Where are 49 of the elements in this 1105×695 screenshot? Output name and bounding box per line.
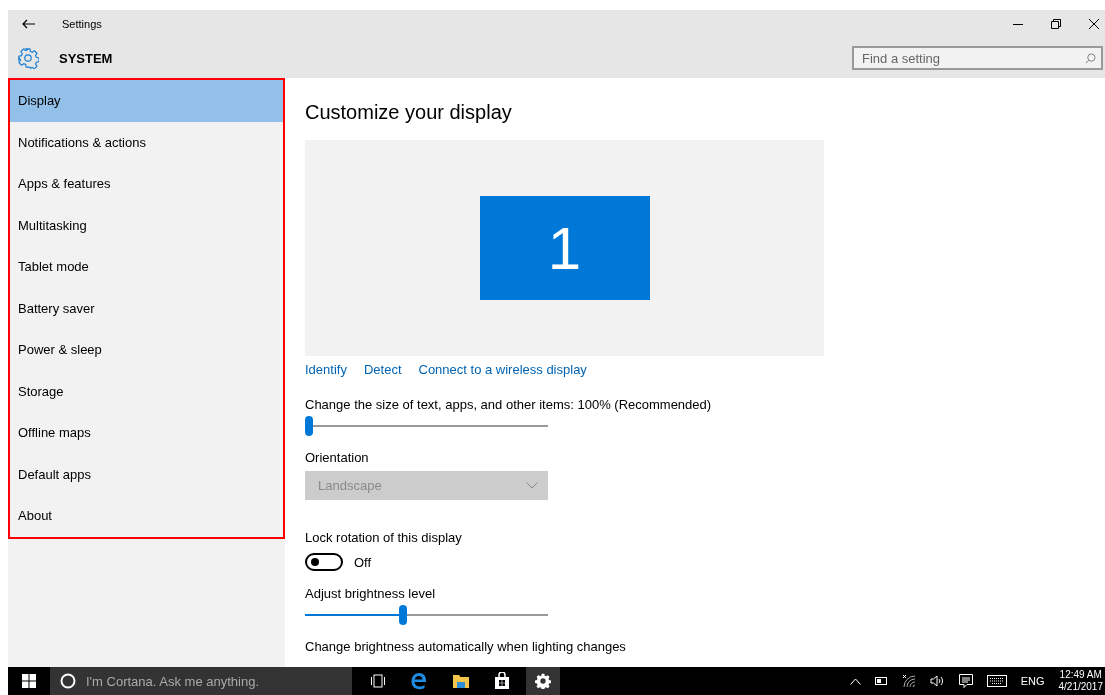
sidebar-item[interactable]: Apps & features xyxy=(10,163,283,205)
battery-icon[interactable] xyxy=(874,677,888,685)
link[interactable]: Detect xyxy=(363,362,402,377)
clock[interactable]: 12:49 AM 4/21/2017 xyxy=(1058,669,1103,693)
page-heading: Customize your display xyxy=(305,101,512,124)
setting-label: Change the size of text, apps, and other items: 100% (Recommended) xyxy=(305,397,712,412)
sidebar-item[interactable]: Multitasking xyxy=(10,204,283,246)
restore-icon[interactable] xyxy=(1051,19,1061,29)
sidebar-item[interactable]: Tablet mode xyxy=(10,246,283,288)
browser-e-icon[interactable] xyxy=(410,672,428,690)
input-language[interactable]: ENG xyxy=(1020,675,1045,687)
sidebar-item[interactable]: Default apps xyxy=(10,453,283,495)
section-title: SYSTEM xyxy=(59,50,113,66)
toggle-state: Off xyxy=(354,554,372,570)
search-field[interactable]: Find a setting xyxy=(852,46,1103,70)
scale-slider[interactable] xyxy=(305,416,548,436)
keyboard-icon[interactable] xyxy=(986,675,1007,687)
close-icon[interactable] xyxy=(1089,19,1099,29)
folder-icon[interactable] xyxy=(452,673,470,689)
speaker-icon[interactable] xyxy=(929,675,945,687)
settings-icon xyxy=(17,47,39,69)
link[interactable]: Connect to a wireless display xyxy=(418,362,587,377)
cortana-search-field[interactable]: I'm Cortana. Ask me anything. xyxy=(50,667,352,695)
task-view-icon[interactable] xyxy=(370,674,386,688)
sidebar-item[interactable]: About xyxy=(10,495,283,537)
chevron-down-icon xyxy=(526,482,538,489)
sidebar-item[interactable]: Battery saver xyxy=(10,287,283,329)
toggle-switch[interactable] xyxy=(305,553,343,571)
wifi-icon[interactable] xyxy=(901,674,916,688)
chevron-up-icon[interactable] xyxy=(849,677,861,685)
setting-label: Change brightness automatically when lighting changes xyxy=(305,639,626,654)
sidebar-item[interactable]: Display xyxy=(10,80,283,122)
brightness-slider[interactable] xyxy=(305,605,548,625)
sidebar-item[interactable]: Offline maps xyxy=(10,412,283,454)
window-title: Settings xyxy=(62,18,102,30)
store-bag-icon[interactable] xyxy=(494,672,510,690)
setting-label: Orientation xyxy=(305,450,369,465)
search-icon[interactable] xyxy=(1085,53,1096,64)
sidebar-item[interactable]: Notifications & actions xyxy=(10,121,283,163)
settings-icon[interactable] xyxy=(535,673,551,689)
sidebar-item[interactable]: Storage xyxy=(10,370,283,412)
link[interactable]: Identify xyxy=(305,362,347,377)
windows-start-icon[interactable] xyxy=(22,674,36,688)
setting-label: Adjust brightness level xyxy=(305,586,436,601)
setting-label: Lock rotation of this display xyxy=(305,530,462,545)
back-icon[interactable] xyxy=(22,19,36,29)
monitor-tile[interactable]: 1 xyxy=(479,196,650,300)
notification-icon[interactable] xyxy=(958,674,973,688)
sidebar-item[interactable]: Power & sleep xyxy=(10,329,283,371)
